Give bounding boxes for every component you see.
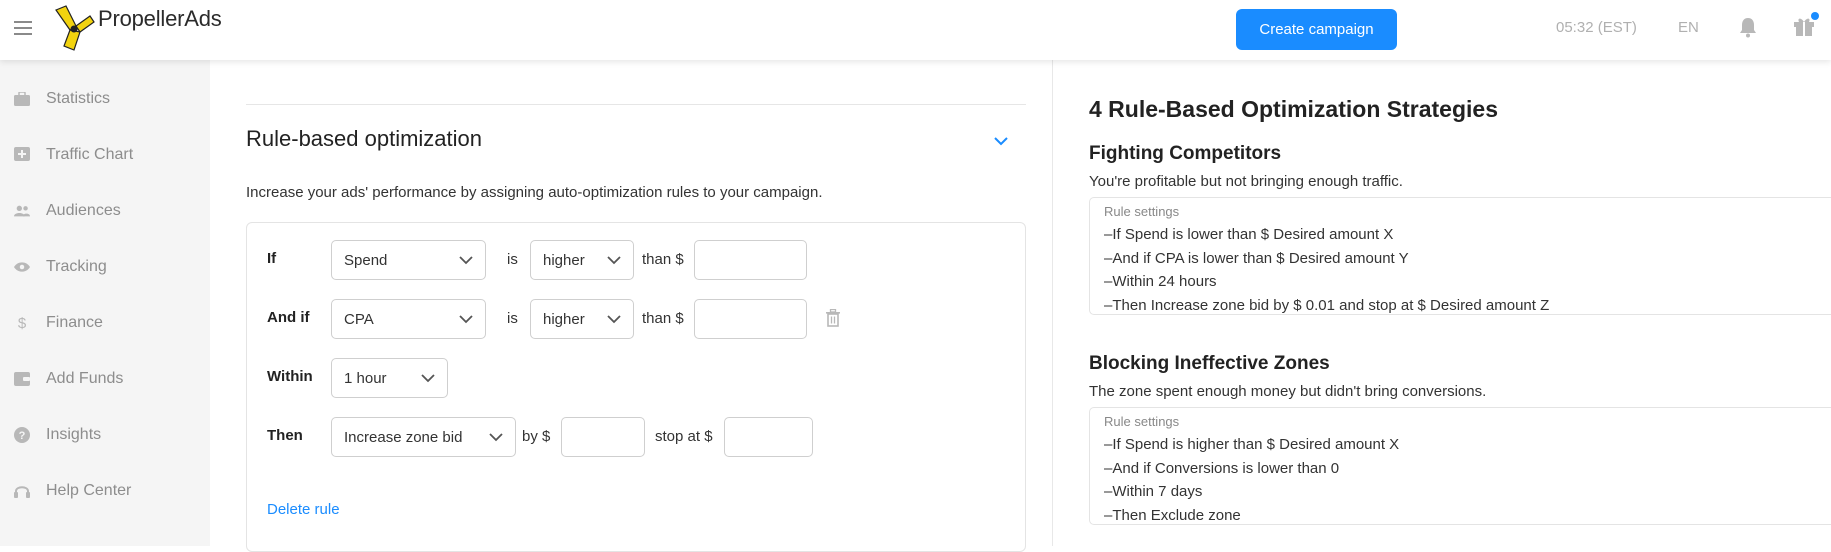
stopat-amount-input[interactable] <box>724 417 813 457</box>
sidebar-item-help-center[interactable]: Help Center <box>0 471 210 511</box>
rule-settings-box: Rule settings –If Spend is higher than $… <box>1089 407 1831 525</box>
logo-text: PropellerAds <box>98 6 222 31</box>
rule-optimization-panel: Rule-based optimization Increase your ad… <box>210 60 1052 552</box>
trash-icon[interactable] <box>825 309 841 327</box>
chevron-down-icon <box>607 315 621 324</box>
is-text: is <box>507 310 518 327</box>
strategy-description: You're profitable but not bringing enoug… <box>1089 173 1403 190</box>
andif-amount-input[interactable] <box>694 299 807 339</box>
time-display: 05:32 (EST) <box>1556 19 1637 36</box>
settings-line: –Within 7 days <box>1104 483 1203 500</box>
chevron-down-icon <box>459 315 473 324</box>
settings-line: –Then Exclude zone <box>1104 506 1241 524</box>
delete-rule-link[interactable]: Delete rule <box>267 501 340 518</box>
settings-line: –And if Conversions is lower than 0 <box>1104 459 1340 477</box>
sidebar-item-add-funds[interactable]: Add Funds <box>0 359 210 399</box>
sidebar-item-label: Statistics <box>46 90 111 107</box>
sidebar: Statistics Traffic Chart Audiences Track… <box>0 60 210 546</box>
top-header: PropellerAds Create campaign 05:32 (EST)… <box>0 0 1831 60</box>
select-value: higher <box>543 310 585 328</box>
andif-comparison-select[interactable]: higher <box>530 299 634 339</box>
stopat-text: stop at $ <box>655 428 713 445</box>
section-description: Increase your ads' performance by assign… <box>246 184 823 201</box>
then-label: Then <box>267 427 303 444</box>
settings-heading: Rule settings <box>1104 204 1180 219</box>
menu-icon[interactable] <box>14 21 32 35</box>
rule-card: If Spend is higher than $ And if CPA is … <box>246 222 1026 552</box>
chevron-down-icon <box>459 256 473 265</box>
help-circle-icon: ? <box>14 427 30 443</box>
chevron-down-icon[interactable] <box>993 134 1009 148</box>
chart-plus-icon <box>14 147 30 163</box>
sidebar-item-traffic-chart[interactable]: Traffic Chart <box>0 135 210 175</box>
sidebar-item-label: Insights <box>46 426 102 443</box>
sidebar-item-finance[interactable]: $ Finance <box>0 303 210 343</box>
select-value: Spend <box>344 251 388 269</box>
within-label: Within <box>267 368 313 385</box>
wallet-icon <box>14 371 30 387</box>
than-text: than $ <box>642 251 684 268</box>
strategy-description: The zone spent enough money but didn't b… <box>1089 383 1487 400</box>
settings-heading: Rule settings <box>1104 414 1180 429</box>
rule-settings-box: Rule settings –If Spend is lower than $ … <box>1089 197 1831 315</box>
sidebar-item-audiences[interactable]: Audiences <box>0 191 210 231</box>
sidebar-item-label: Audiences <box>46 202 121 219</box>
sidebar-item-label: Traffic Chart <box>46 146 134 163</box>
strategy-name: Fighting Competitors <box>1089 143 1282 164</box>
sidebar-item-statistics[interactable]: Statistics <box>0 79 210 119</box>
strategy-name: Blocking Ineffective Zones <box>1089 353 1330 374</box>
chevron-down-icon <box>421 374 435 383</box>
select-value: CPA <box>344 310 374 328</box>
sidebar-item-label: Finance <box>46 314 103 331</box>
divider <box>246 104 1026 105</box>
dollar-icon: $ <box>17 314 27 332</box>
sidebar-item-insights[interactable]: ? Insights <box>0 415 210 455</box>
within-select[interactable]: 1 hour <box>331 358 448 398</box>
if-metric-select[interactable]: Spend <box>331 240 486 280</box>
sidebar-item-label: Help Center <box>46 482 132 499</box>
bell-icon[interactable] <box>1738 16 1758 38</box>
section-title: Rule-based optimization <box>246 126 483 151</box>
logo[interactable]: PropellerAds <box>52 4 222 52</box>
notification-dot <box>1811 12 1819 20</box>
sidebar-item-tracking[interactable]: Tracking <box>0 247 210 287</box>
chevron-down-icon <box>489 433 503 442</box>
gift-icon[interactable] <box>1792 12 1819 38</box>
select-value: 1 hour <box>344 369 387 387</box>
settings-line: –If Spend is higher than $ Desired amoun… <box>1104 436 1400 453</box>
settings-line: –If Spend is lower than $ Desired amount… <box>1104 226 1394 243</box>
andif-label: And if <box>267 309 310 326</box>
settings-line: –And if CPA is lower than $ Desired amou… <box>1104 249 1409 267</box>
strategies-title: 4 Rule-Based Optimization Strategies <box>1089 96 1498 122</box>
if-comparison-select[interactable]: higher <box>530 240 634 280</box>
settings-line: –Within 24 hours <box>1104 273 1217 290</box>
sidebar-item-label: Add Funds <box>46 370 124 387</box>
eye-icon <box>14 259 30 275</box>
strategies-panel: 4 Rule-Based Optimization Strategies Fig… <box>1053 60 1831 546</box>
then-action-select[interactable]: Increase zone bid <box>331 417 516 457</box>
headset-icon <box>14 483 30 499</box>
propeller-logo-icon <box>55 5 95 51</box>
briefcase-icon <box>14 91 30 107</box>
sidebar-item-label: Tracking <box>46 258 107 275</box>
if-amount-input[interactable] <box>694 240 807 280</box>
language-selector[interactable]: EN <box>1678 19 1699 36</box>
people-icon <box>14 203 30 219</box>
is-text: is <box>507 251 518 268</box>
create-campaign-button[interactable]: Create campaign <box>1236 9 1397 50</box>
select-value: Increase zone bid <box>344 428 463 446</box>
if-label: If <box>267 250 277 267</box>
settings-line: –Then Increase zone bid by $ 0.01 and st… <box>1104 296 1550 314</box>
select-value: higher <box>543 251 585 269</box>
svg-text:?: ? <box>19 430 26 442</box>
by-text: by $ <box>522 428 551 445</box>
andif-metric-select[interactable]: CPA <box>331 299 486 339</box>
chevron-down-icon <box>607 256 621 265</box>
than-text: than $ <box>642 310 684 327</box>
by-amount-input[interactable] <box>561 417 645 457</box>
